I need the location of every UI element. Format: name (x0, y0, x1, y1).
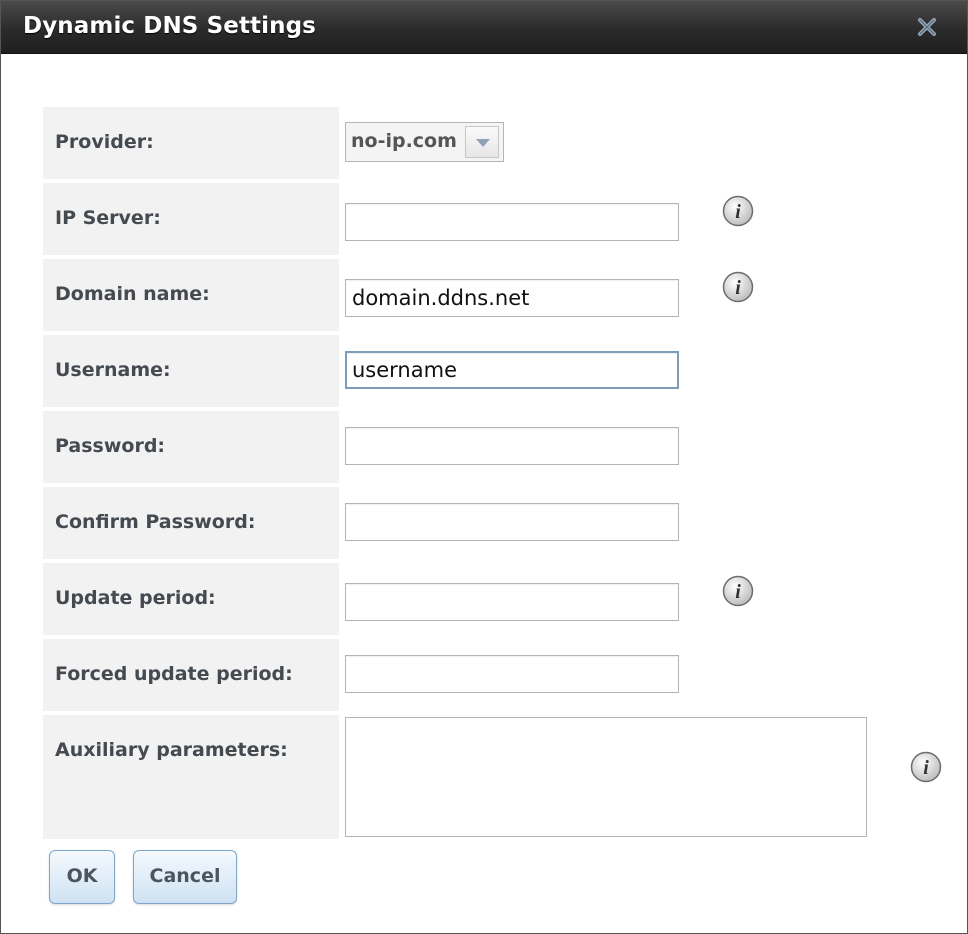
close-icon[interactable] (915, 15, 939, 39)
info-icon[interactable]: i (722, 271, 754, 303)
update-period-input[interactable] (345, 583, 679, 621)
confirm-password-label-cell: Confirm Password: (43, 487, 339, 559)
domain-name-input[interactable]: domain.ddns.net (345, 279, 679, 317)
provider-selected-value: no-ip.com (351, 130, 457, 152)
svg-text:i: i (735, 581, 741, 603)
ip-server-input[interactable] (345, 203, 679, 241)
provider-select[interactable]: no-ip.com (345, 122, 504, 162)
ok-button[interactable]: OK (49, 850, 115, 904)
dialog-title: Dynamic DNS Settings (23, 13, 316, 39)
svg-text:i: i (735, 277, 741, 299)
ip-server-label: IP Server: (55, 207, 161, 229)
forced-update-period-label-cell: Forced update period: (43, 639, 339, 711)
cancel-button[interactable]: Cancel (133, 850, 237, 904)
auxiliary-parameters-label: Auxiliary parameters: (55, 739, 288, 761)
confirm-password-label: Confirm Password: (55, 511, 256, 533)
username-label: Username: (55, 359, 171, 381)
forced-update-period-input[interactable] (345, 655, 679, 693)
dialog-titlebar: Dynamic DNS Settings (1, 1, 967, 54)
chevron-down-icon[interactable] (465, 126, 499, 158)
update-period-label: Update period: (55, 587, 216, 609)
info-icon[interactable]: i (722, 195, 754, 227)
password-label: Password: (55, 435, 166, 457)
provider-label-cell: Provider: (43, 107, 339, 179)
dynamic-dns-dialog: Dynamic DNS Settings Provider: no-ip.com… (0, 0, 968, 934)
domain-name-label-cell: Domain name: (43, 259, 339, 331)
auxiliary-parameters-label-cell: Auxiliary parameters: (43, 715, 339, 839)
info-icon[interactable]: i (722, 575, 754, 607)
svg-text:i: i (923, 757, 929, 779)
update-period-label-cell: Update period: (43, 563, 339, 635)
svg-text:i: i (735, 201, 741, 223)
username-label-cell: Username: (43, 335, 339, 407)
password-input[interactable] (345, 427, 679, 465)
forced-update-period-label: Forced update period: (55, 663, 293, 685)
provider-label: Provider: (55, 131, 154, 153)
auxiliary-parameters-textarea[interactable] (345, 717, 867, 837)
domain-name-label: Domain name: (55, 283, 210, 305)
username-input[interactable]: username (345, 351, 679, 389)
ip-server-label-cell: IP Server: (43, 183, 339, 255)
info-icon[interactable]: i (910, 751, 942, 783)
password-label-cell: Password: (43, 411, 339, 483)
confirm-password-input[interactable] (345, 503, 679, 541)
